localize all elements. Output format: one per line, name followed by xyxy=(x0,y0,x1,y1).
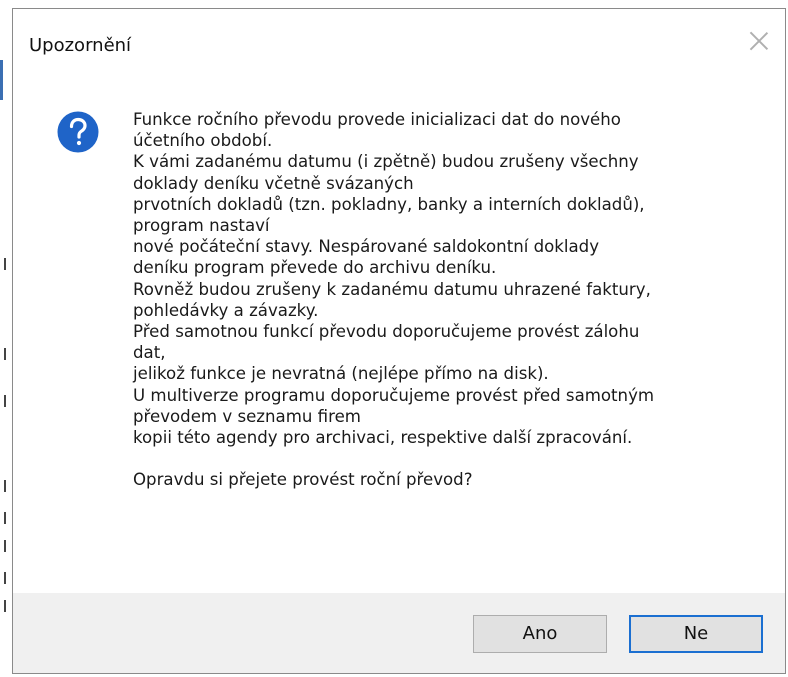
message-line: prvotních dokladů (tzn. pokladny, banky … xyxy=(133,194,645,214)
message-line: Před samotnou funkcí převodu doporučujem… xyxy=(133,322,640,342)
background-accent xyxy=(0,60,3,100)
background-glyph xyxy=(4,572,6,584)
close-icon[interactable] xyxy=(747,29,771,53)
background-window-edge xyxy=(0,0,12,677)
message-line: jelikož funkce je nevratná (nejlépe přím… xyxy=(133,364,549,384)
message-line: kopii této agendy pro archivaci, respekt… xyxy=(133,428,633,448)
dialog-titlebar[interactable]: Upozornění xyxy=(13,9,785,69)
message-line: účetního období. xyxy=(133,131,273,151)
no-button[interactable]: Ne xyxy=(629,615,763,653)
screen: Upozornění Funkce ročního převodu proved… xyxy=(0,0,788,677)
background-glyph xyxy=(4,258,6,270)
message-line: pohledávky a závazky. xyxy=(133,300,319,320)
background-glyph xyxy=(4,600,6,612)
message-line: doklady deníku včetně svázaných xyxy=(133,173,414,193)
message-line: Opravdu si přejete provést roční převod? xyxy=(133,470,473,490)
message-line: Funkce ročního převodu provede inicializ… xyxy=(133,110,621,129)
yes-button[interactable]: Ano xyxy=(473,615,607,653)
message-line: nové počáteční stavy. Nespárované saldok… xyxy=(133,237,600,257)
question-icon xyxy=(57,111,99,153)
background-glyph xyxy=(4,540,6,552)
message-line: převodem v seznamu firem xyxy=(133,406,361,426)
message-line: deníku program převede do archivu deníku… xyxy=(133,258,497,278)
background-glyph xyxy=(4,348,6,360)
dialog-message: Funkce ročního převodu provede inicializ… xyxy=(133,109,773,490)
background-glyph xyxy=(4,480,6,492)
message-line: K vámi zadanému datumu (i zpětně) budou … xyxy=(133,152,639,172)
background-glyph xyxy=(4,395,6,407)
message-dialog: Upozornění Funkce ročního převodu proved… xyxy=(12,8,786,674)
message-spacer xyxy=(133,448,773,469)
message-line: dat, xyxy=(133,343,166,363)
dialog-button-bar: Ano Ne xyxy=(13,593,785,673)
background-glyph xyxy=(4,512,6,524)
dialog-title: Upozornění xyxy=(29,35,132,56)
message-line: U multiverze programu doporučujeme prové… xyxy=(133,385,655,405)
message-line: Rovněž budou zrušeny k zadanému datumu u… xyxy=(133,279,651,299)
message-line: program nastaví xyxy=(133,216,270,236)
